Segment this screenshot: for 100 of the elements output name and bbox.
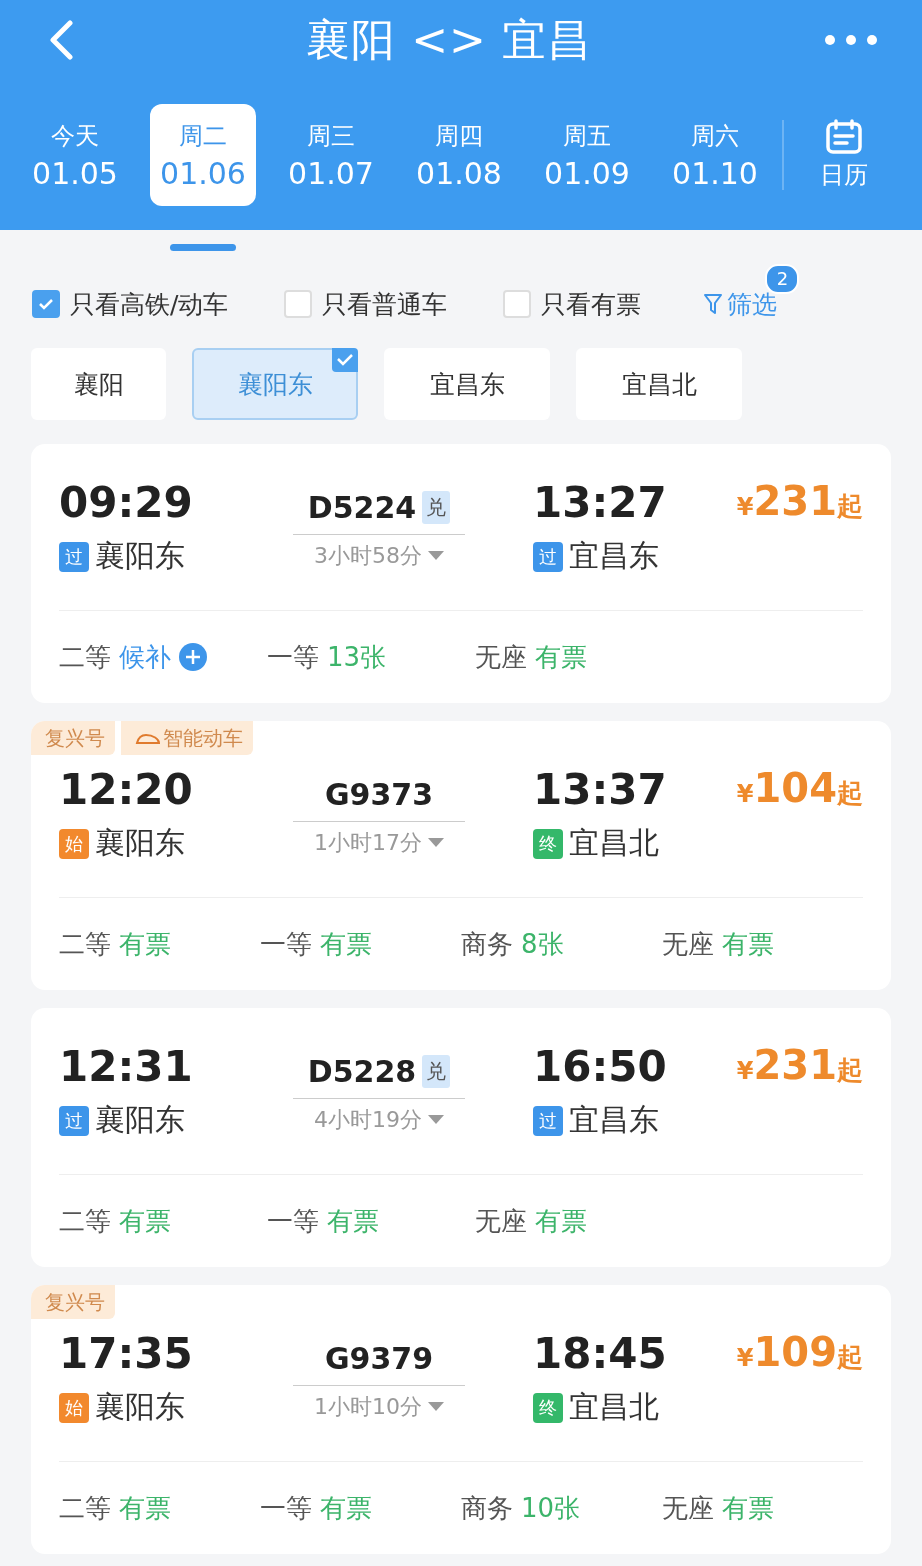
train-icon [135, 731, 161, 745]
seat-status: 有票 [320, 927, 372, 961]
funnel-icon [703, 292, 724, 316]
train-card[interactable]: 复兴号 智能动车 12:20 始 襄阳东 G9373 1小时17分 13:37 终 宜昌北 ¥104起 二等 有票 一等 有票 商务 8张 无座 有票 [31, 721, 891, 990]
seat-class: 一等 [260, 1491, 312, 1525]
exchange-badge: 兑 [422, 1054, 451, 1088]
train-card[interactable]: 复兴号 17:35 始 襄阳东 G9379 1小时10分 18:45 终 宜昌北 ¥109起 二等 有票 一等 有票 商务 10张 无座 有票 [31, 1285, 891, 1554]
train-tag: 复兴号 [31, 1285, 115, 1319]
departure-station: 襄阳东 [95, 537, 185, 575]
seat-status: 有票 [327, 1204, 379, 1238]
station-chip[interactable]: 宜昌北 [576, 348, 742, 420]
seat-status: 13张 [327, 640, 387, 674]
price: ¥231起 [735, 478, 863, 526]
seat-status: 有票 [119, 1204, 171, 1238]
seat-status: 10张 [521, 1491, 581, 1525]
seat-status: 有票 [119, 927, 171, 961]
station-chip[interactable]: 襄阳 [31, 348, 166, 420]
check-icon [332, 348, 358, 372]
station-marker: 过 [533, 541, 563, 572]
date-tab[interactable]: 周二 01.06 [150, 104, 256, 206]
date-tab[interactable]: 今天 01.05 [22, 104, 128, 206]
train-tag: 复兴号 [31, 721, 115, 755]
station-marker: 过 [533, 1105, 563, 1136]
seat-status: 有票 [119, 1491, 171, 1525]
train-number: D5228 [307, 1053, 417, 1089]
calendar-button[interactable]: 日历 [820, 119, 868, 191]
station-marker: 终 [533, 828, 563, 859]
departure-time: 12:31 [59, 1042, 194, 1092]
train-tag: 智能动车 [121, 721, 253, 755]
train-number: G9379 [324, 1340, 434, 1376]
duration-toggle[interactable]: 1小时10分 [314, 1392, 444, 1422]
station-chip[interactable]: 襄阳东 [192, 348, 358, 420]
departure-station: 襄阳东 [95, 1101, 185, 1139]
duration-toggle[interactable]: 1小时17分 [314, 828, 444, 858]
seat-status: 有票 [722, 1491, 774, 1525]
train-number: D5224 [307, 489, 417, 525]
seat-class: 商务 [461, 927, 513, 961]
filter-label[interactable]: 只看有票 [541, 287, 642, 321]
train-number: G9373 [324, 776, 434, 812]
duration-toggle[interactable]: 3小时58分 [314, 541, 444, 571]
departure-time: 12:20 [59, 765, 194, 815]
seat-status: 有票 [320, 1491, 372, 1525]
arrival-station: 宜昌东 [569, 537, 659, 575]
arrival-time: 18:45 [533, 1329, 668, 1379]
back-icon[interactable] [48, 20, 74, 60]
station-marker: 始 [59, 1392, 89, 1423]
seat-status: 有票 [535, 1204, 587, 1238]
seat-status: 候补 [119, 640, 171, 674]
arrival-station: 宜昌北 [569, 1388, 659, 1426]
arrival-time: 16:50 [533, 1042, 668, 1092]
seat-class: 二等 [59, 1204, 111, 1238]
caret-icon [428, 551, 444, 561]
seat-status: 有票 [722, 927, 774, 961]
seat-status: 8张 [521, 927, 564, 961]
station-marker: 过 [59, 1105, 89, 1136]
price: ¥109起 [735, 1329, 863, 1377]
seat-class: 二等 [59, 640, 111, 674]
caret-icon [428, 1115, 444, 1125]
page-title: 襄阳 <> 宜昌 [306, 12, 592, 67]
departure-time: 17:35 [59, 1329, 194, 1379]
selected-indicator [170, 244, 236, 251]
date-tab[interactable]: 周六 01.10 [662, 104, 768, 206]
date-tab[interactable]: 周三 01.07 [278, 104, 384, 206]
seat-class: 无座 [475, 640, 527, 674]
price: ¥104起 [735, 765, 863, 813]
calendar-icon [825, 119, 863, 155]
seat-class: 一等 [260, 927, 312, 961]
station-marker: 始 [59, 828, 89, 859]
arrival-time: 13:37 [533, 765, 668, 815]
station-chip[interactable]: 宜昌东 [384, 348, 550, 420]
seat-class: 无座 [475, 1204, 527, 1238]
date-tab[interactable]: 周四 01.08 [406, 104, 512, 206]
seat-class: 商务 [461, 1491, 513, 1525]
seat-class: 无座 [662, 927, 714, 961]
seat-status: 有票 [535, 640, 587, 674]
train-card[interactable]: 09:29 过 襄阳东 D5224 兑 3小时58分 13:27 过 宜昌东 ¥231起 二等 候补 一等 13张 无座 有票 [31, 444, 891, 703]
exchange-badge: 兑 [422, 490, 451, 524]
price: ¥231起 [735, 1042, 863, 1090]
station-marker: 过 [59, 541, 89, 572]
departure-station: 襄阳东 [95, 1388, 185, 1426]
arrival-station: 宜昌北 [569, 824, 659, 862]
seat-class: 一等 [267, 640, 319, 674]
filter-label[interactable]: 只看高铁/动车 [70, 287, 229, 321]
checkbox[interactable] [32, 290, 60, 318]
add-icon[interactable] [179, 643, 207, 671]
filter-label[interactable]: 只看普通车 [322, 287, 448, 321]
seat-class: 无座 [662, 1491, 714, 1525]
seat-class: 一等 [267, 1204, 319, 1238]
caret-icon [428, 1402, 444, 1412]
seat-class: 二等 [59, 927, 111, 961]
caret-icon [428, 838, 444, 848]
duration-toggle[interactable]: 4小时19分 [314, 1105, 444, 1135]
train-card[interactable]: 12:31 过 襄阳东 D5228 兑 4小时19分 16:50 过 宜昌东 ¥231起 二等 有票 一等 有票 无座 有票 [31, 1008, 891, 1267]
arrival-time: 13:27 [533, 478, 668, 528]
more-icon[interactable] [824, 33, 878, 47]
date-tab[interactable]: 周五 01.09 [534, 104, 640, 206]
departure-time: 09:29 [59, 478, 194, 528]
seat-class: 二等 [59, 1491, 111, 1525]
departure-station: 襄阳东 [95, 824, 185, 862]
arrival-station: 宜昌东 [569, 1101, 659, 1139]
